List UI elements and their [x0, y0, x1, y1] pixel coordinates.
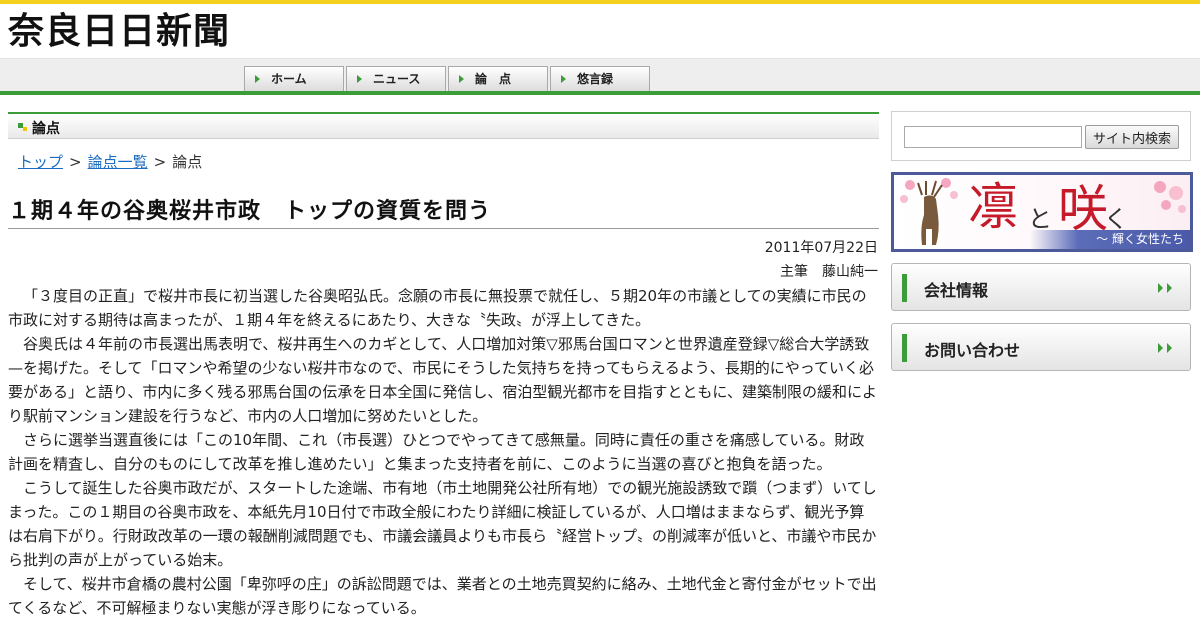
nav-home-label: ホーム — [271, 72, 307, 86]
link-marker-bar — [902, 334, 907, 362]
site-search-input[interactable] — [904, 126, 1082, 148]
article-title: １期４年の谷奥桜井市政 トップの資質を問う — [8, 199, 492, 224]
site-search-box: サイト内検索 — [891, 111, 1191, 161]
nav-news-button[interactable]: ニュース — [346, 66, 446, 91]
breadcrumb-current: 論点 — [172, 153, 203, 171]
section-title: 論点 — [32, 121, 60, 137]
nav-yugenroku-button[interactable]: 悠言録 — [550, 66, 650, 91]
breadcrumb-separator: > — [69, 153, 82, 171]
company-info-label: 会社情報 — [924, 281, 989, 300]
article-paragraph: 「３度目の正直」で桜井市長に初当選した谷奥昭弘氏。念願の市長に無投票で就任し、５… — [8, 287, 867, 329]
banner-char-rin: 凛 — [968, 178, 1018, 236]
arrow-right-icon — [459, 75, 464, 83]
cherry-blossom-icon — [1154, 181, 1186, 213]
arrow-right-icon — [357, 75, 362, 83]
nav-home-button[interactable]: ホーム — [244, 66, 344, 91]
arrow-right-icon — [255, 75, 260, 83]
banner-char-to: と — [1028, 205, 1052, 233]
nav-opinion-button[interactable]: 論 点 — [448, 66, 548, 91]
breadcrumb: トップ > 論点一覧 > 論点 — [18, 151, 202, 172]
site-logo[interactable]: 奈良日日新聞 — [8, 8, 230, 54]
link-marker-bar — [902, 274, 907, 302]
article-date: 2011年07月22日 — [764, 240, 878, 256]
title-divider — [8, 228, 879, 229]
top-accent-stripe — [0, 0, 1200, 4]
contact-link[interactable]: お問い合わせ — [891, 323, 1191, 371]
breadcrumb-separator: > — [153, 153, 167, 171]
company-info-link[interactable]: 会社情報 — [891, 263, 1191, 311]
nav-opinion-label: 論 点 — [475, 72, 512, 86]
banner-char-ku: く — [1104, 205, 1128, 233]
article-paragraph: そして、桜井市倉橋の農村公園「卑弥呼の庄」の訴訟問題では、業者との土地売買契約に… — [8, 575, 877, 617]
rin-to-saku-banner[interactable]: 凛 と 咲 く 〜 輝く女性たち — [891, 172, 1193, 252]
contact-label: お問い合わせ — [924, 341, 1021, 360]
article-paragraph: さらに選挙当選直後には「この10年間、これ（市長選）ひとつでやってきて感無量。同… — [8, 431, 865, 473]
article-body: 「３度目の正直」で桜井市長に初当選した谷奥昭弘氏。念願の市長に無投票で就任し、５… — [8, 284, 879, 620]
section-marker-accent-icon — [23, 127, 27, 131]
article-author: 主筆 藤山純一 — [780, 264, 878, 280]
nav-yugenroku-label: 悠言録 — [577, 72, 614, 86]
banner-subtitle: 〜 輝く女性たち — [1030, 230, 1190, 249]
article-paragraph: 谷奥氏は４年前の市長選出馬表明で、桜井再生へのカギとして、人口増加対策▽邪馬台国… — [8, 335, 877, 425]
section-header: 論点 — [8, 112, 879, 139]
nav-news-label: ニュース — [373, 72, 421, 86]
double-chevron-right-icon — [1158, 283, 1178, 293]
site-search-button[interactable]: サイト内検索 — [1085, 125, 1179, 149]
nav-underline — [0, 91, 1200, 95]
deer-with-blossoms-icon — [900, 178, 958, 245]
double-chevron-right-icon — [1158, 343, 1178, 353]
arrow-right-icon — [561, 75, 566, 83]
article-paragraph: こうして誕生した谷奥市政だが、スタートした途端、市有地（市土地開発公社所有地）で… — [8, 479, 877, 569]
breadcrumb-top-link[interactable]: トップ — [18, 153, 63, 171]
breadcrumb-list-link[interactable]: 論点一覧 — [88, 153, 148, 171]
